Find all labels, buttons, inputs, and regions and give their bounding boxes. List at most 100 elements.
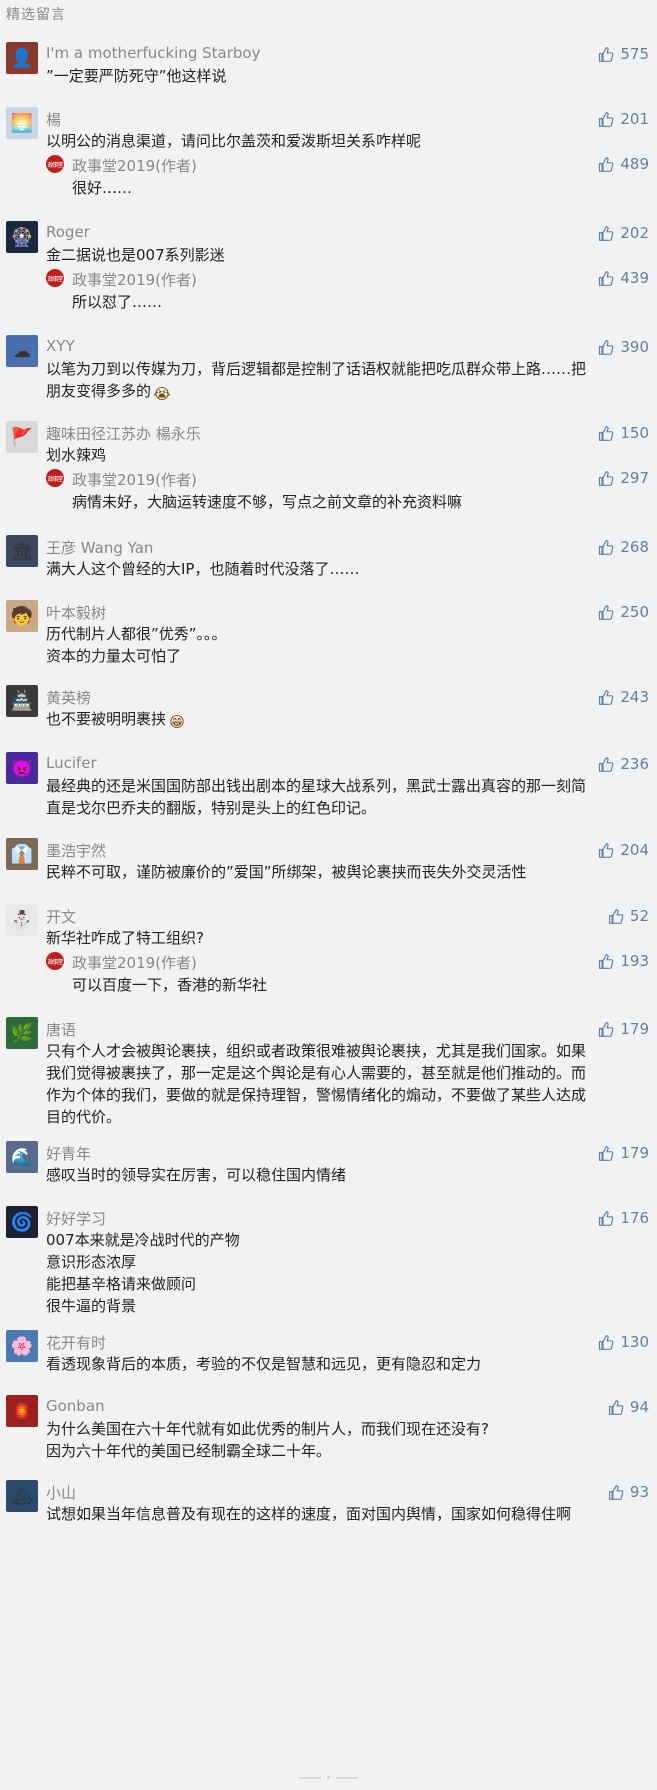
commenter-name: 小山: [46, 1484, 77, 1502]
avatar[interactable]: 🌅: [6, 107, 38, 139]
thumbs-up-icon: [597, 470, 614, 487]
comment-line-text: 资本的力量太可怕了: [46, 647, 182, 665]
comment-text: 病情未好，大脑运转速度不够，写点之前文章的补充资料嘛: [72, 491, 642, 513]
like-button[interactable]: 176: [597, 1209, 649, 1227]
avatar[interactable]: 👔: [6, 838, 38, 870]
like-button[interactable]: 52: [607, 907, 649, 925]
thumbs-up-icon: [597, 539, 614, 556]
comment-text: 也不要被明明裹挟 😁: [46, 708, 646, 731]
comment-text-line: 以笔为刀到以传媒为刀，背后逻辑都是控制了话语权就能把吃瓜群众带上路……把: [46, 358, 646, 380]
avatar[interactable]: 🧒: [6, 600, 38, 632]
thumbs-up-icon: [597, 1334, 614, 1351]
avatar[interactable]: 🏛: [6, 535, 38, 567]
comment-line-text: 病情未好，大脑运转速度不够，写点之前文章的补充资料嘛: [72, 493, 463, 511]
avatar-image-icon: 🌊: [10, 1146, 34, 1168]
like-button[interactable]: 575: [597, 45, 649, 63]
avatar[interactable]: 🏯: [6, 685, 38, 717]
thumbs-up-icon: [597, 270, 614, 287]
comment-text-line: 也不要被明明裹挟 😁: [46, 708, 646, 731]
comment-text: 以笔为刀到以传媒为刀，背后逻辑都是控制了话语权就能把吃瓜群众带上路……把 朋友变得…: [46, 358, 646, 403]
avatar[interactable]: 🌊: [6, 1141, 38, 1173]
like-count: 93: [629, 1483, 649, 1501]
like-button[interactable]: 130: [597, 1333, 649, 1351]
comment-text-line: 以明公的消息渠道，请问比尔盖茨和爱泼斯坦关系咋样呢: [46, 130, 646, 152]
avatar-image-icon: ⛄: [10, 909, 34, 931]
comment-text: ”一定要严防死守”他这样说: [46, 65, 646, 87]
like-button[interactable]: 201: [597, 110, 649, 128]
like-button[interactable]: 204: [597, 841, 649, 859]
like-count: 390: [620, 338, 649, 356]
like-button[interactable]: 94: [607, 1398, 649, 1416]
like-button[interactable]: 202: [597, 224, 649, 242]
commenter-name: 黄英榜: [46, 689, 92, 707]
avatar[interactable]: 🎡: [6, 221, 38, 253]
comment-text-line: 资本的力量太可怕了: [46, 645, 646, 667]
commenter-name: 楊: [46, 111, 62, 129]
comment-line-text: 最经典的还是米国国防部出钱出剧本的星球大战系列，黑武士露出真容的那一刻简: [46, 777, 587, 795]
like-button[interactable]: 179: [597, 1020, 649, 1038]
like-button[interactable]: 193: [597, 952, 649, 970]
comment-text-line: 民粹不可取，谨防被廉价的”爱国”所绑架，被舆论裹挟而丧失外交灵活性: [46, 861, 646, 883]
like-button[interactable]: 297: [597, 469, 649, 487]
avatar[interactable]: 👿: [6, 752, 38, 784]
comment-text-line: 满大人这个曾经的大IP，也随着时代没落了……: [46, 558, 646, 580]
avatar[interactable]: 🏔: [6, 1480, 38, 1512]
comment-line-text: 划水辣鸡: [46, 446, 107, 464]
comment-text: 历代制片人都很”优秀”。。。资本的力量太可怕了: [46, 623, 646, 667]
commenter-name: 唐语: [46, 1021, 77, 1039]
comment-line-text: 可以百度一下，香港的新华社: [72, 976, 268, 994]
comment-line-text: 很牛逼的背景: [46, 1297, 137, 1315]
comment-line-text: 作为个体的我们，要做的就是保持理智，警惕情绪化的煽动，不要做了某些人达成: [46, 1086, 587, 1104]
like-button[interactable]: 243: [597, 688, 649, 706]
like-button[interactable]: 489: [597, 155, 649, 173]
comment-text: 新华社咋成了特工组织?: [46, 927, 646, 949]
avatar[interactable]: 🌀: [6, 1206, 38, 1238]
like-button[interactable]: 236: [597, 755, 649, 773]
comment-text: 试想如果当年信息普及有现在的这样的速度，面对国内舆情，国家如何稳得住啊: [46, 1503, 646, 1525]
thumbs-up-icon: [597, 46, 614, 63]
like-button[interactable]: 93: [607, 1483, 649, 1501]
comment-line-text: 只有个人才会被舆论裹挟，组织或者政策很难被舆论裹挟，尤其是我们国家。如果: [46, 1042, 587, 1060]
commenter-name: XYY: [46, 337, 75, 355]
avatar-image-icon: ☁: [13, 340, 31, 362]
comment-text: 只有个人才会被舆论裹挟，组织或者政策很难被舆论裹挟，尤其是我们国家。如果我们觉得…: [46, 1040, 646, 1128]
comment-line-text: 直是戈尔巴乔夫的翻版，特别是头上的红色印记。: [46, 799, 377, 817]
like-button[interactable]: 150: [597, 424, 649, 442]
thumbs-up-icon: [597, 756, 614, 773]
avatar[interactable]: ⛄: [6, 904, 38, 936]
like-button[interactable]: 250: [597, 603, 649, 621]
commenter-name: 趣味田径江苏办 楊永乐: [46, 425, 201, 443]
like-count: 193: [620, 952, 649, 970]
comment-line-text: 很好……: [72, 179, 133, 197]
like-button[interactable]: 179: [597, 1144, 649, 1162]
like-count: 268: [620, 538, 649, 556]
thumbs-up-icon: [607, 1399, 624, 1416]
avatar-image-icon: 👿: [10, 757, 34, 779]
like-button[interactable]: 439: [597, 269, 649, 287]
comment-text: 金二据说也是007系列影迷: [46, 244, 646, 266]
comment-text-line: 历代制片人都很”优秀”。。。: [46, 623, 646, 645]
comment-text-line: 我们觉得被裹挟了，那一定是这个舆论是有心人需要的，甚至就是他们推动的。而: [46, 1062, 646, 1084]
comment-text: 很好……: [72, 177, 642, 199]
author-logo-icon: 政事堂: [46, 155, 64, 173]
avatar[interactable]: 🚩: [6, 421, 38, 453]
comment-text-line: 能把基辛格请来做顾问: [46, 1273, 646, 1295]
like-button[interactable]: 390: [597, 338, 649, 356]
author-logo-icon: 政事堂: [46, 952, 64, 970]
comment-text: 以明公的消息渠道，请问比尔盖茨和爱泼斯坦关系咋样呢: [46, 130, 646, 152]
avatar[interactable]: 🌸: [6, 1330, 38, 1362]
commenter-name: 王彦 Wang Yan: [46, 539, 154, 557]
avatar[interactable]: 🌿: [6, 1017, 38, 1049]
avatar-image-icon: 🚩: [10, 426, 34, 448]
avatar[interactable]: ☁: [6, 335, 38, 367]
comment-text-line: 因为六十年代的美国已经制霸全球二十年。: [46, 1440, 646, 1462]
avatar-image-icon: 🏔: [10, 1485, 34, 1507]
thumbs-up-icon: [597, 842, 614, 859]
like-count: 250: [620, 603, 649, 621]
like-button[interactable]: 268: [597, 538, 649, 556]
avatar[interactable]: 👤: [6, 42, 38, 74]
comment-text-line: 007本来就是冷战时代的产物: [46, 1229, 646, 1251]
like-count: 202: [620, 224, 649, 242]
thumbs-up-icon: [607, 908, 624, 925]
avatar[interactable]: 🏮: [6, 1395, 38, 1427]
